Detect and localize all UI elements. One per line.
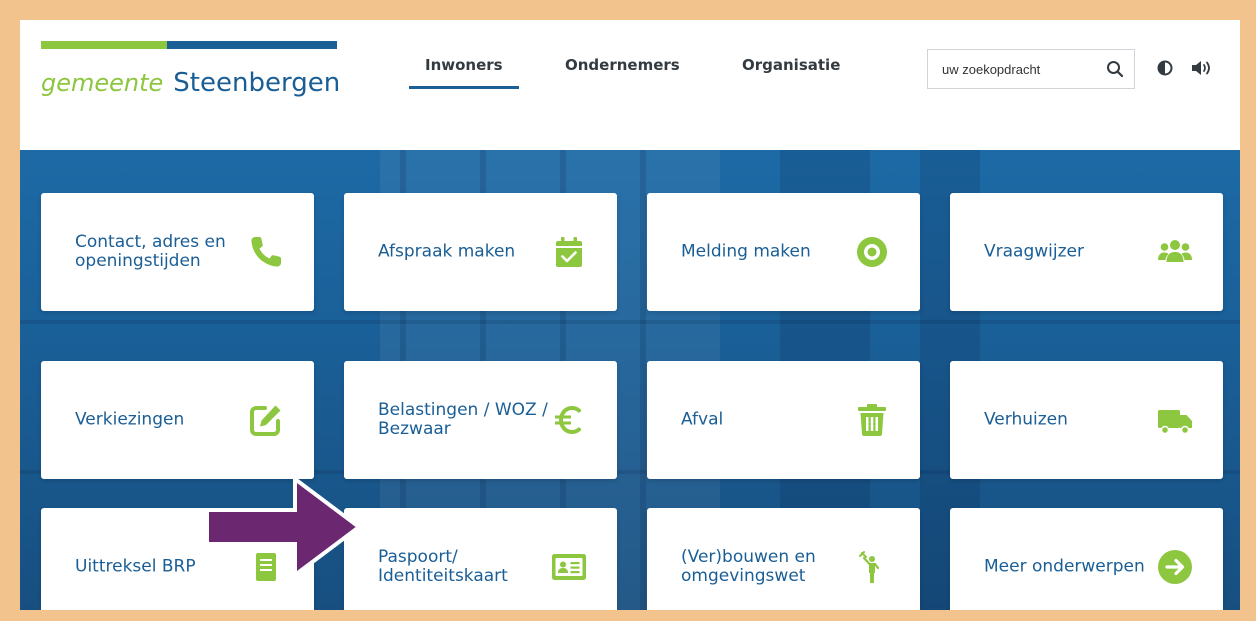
trash-icon [854, 402, 890, 438]
tile-vraagwijzer[interactable]: Vraagwijzer [950, 193, 1223, 311]
tile-melding[interactable]: Melding maken [647, 193, 920, 311]
site-header: gemeente Steenbergen Inwoners Ondernemers… [20, 20, 1240, 150]
builder-icon [854, 549, 890, 585]
logo-text-steenbergen: Steenbergen [173, 68, 341, 98]
arrow-circle-right-icon [1157, 549, 1193, 585]
id-card-icon [551, 549, 587, 585]
search-box [927, 49, 1135, 89]
logo-text-gemeente: gemeente [41, 69, 164, 97]
users-icon [1157, 234, 1193, 270]
speaker-icon[interactable] [1190, 58, 1214, 78]
nav-inwoners[interactable]: Inwoners [409, 56, 519, 89]
search-icon[interactable] [1106, 60, 1124, 78]
tile-contact[interactable]: Contact, adres en openingstijden [41, 193, 314, 311]
eye-icon [854, 234, 890, 270]
tile-verhuizen[interactable]: Verhuizen [950, 361, 1223, 479]
logo-bar-blue [167, 41, 337, 49]
euro-icon [551, 402, 587, 438]
edit-icon [248, 402, 284, 438]
hero-background: Contact, adres en openingstijden Afspraa… [20, 150, 1240, 610]
tile-label: (Ver)bouwen en omgevingswet [681, 547, 816, 586]
search-input[interactable] [928, 50, 1098, 88]
tile-meer[interactable]: Meer onderwerpen [950, 508, 1223, 610]
annotation-arrow [205, 475, 365, 580]
tile-label: Paspoort/ Identiteitskaart [378, 547, 508, 586]
tile-verkiezingen[interactable]: Verkiezingen [41, 361, 314, 479]
tile-label: Belastingen / WOZ / Bezwaar [378, 400, 548, 439]
tile-label: Afval [681, 409, 724, 430]
tile-label: Verkiezingen [75, 409, 185, 430]
background-stripe [640, 150, 646, 610]
browser-frame: gemeente Steenbergen Inwoners Ondernemers… [20, 20, 1240, 610]
tile-label: Meer onderwerpen [984, 556, 1145, 577]
tile-paspoort[interactable]: Paspoort/ Identiteitskaart [344, 508, 617, 610]
tile-afval[interactable]: Afval [647, 361, 920, 479]
tile-bouwen[interactable]: (Ver)bouwen en omgevingswet [647, 508, 920, 610]
tile-afspraak[interactable]: Afspraak maken [344, 193, 617, 311]
tile-belastingen[interactable]: Belastingen / WOZ / Bezwaar [344, 361, 617, 479]
background-stripe [20, 320, 1240, 324]
logo-bar-green [41, 41, 167, 49]
nav-organisatie[interactable]: Organisatie [742, 56, 840, 74]
calendar-check-icon [551, 234, 587, 270]
tile-label: Melding maken [681, 241, 811, 262]
tile-label: Afspraak maken [378, 241, 516, 262]
tile-label: Vraagwijzer [984, 241, 1084, 262]
tile-label: Verhuizen [984, 409, 1068, 430]
truck-icon [1157, 402, 1193, 438]
contrast-icon[interactable] [1157, 60, 1173, 76]
site-logo[interactable]: gemeente Steenbergen [41, 62, 340, 103]
tile-label: Contact, adres en openingstijden [75, 232, 226, 271]
phone-icon [248, 234, 284, 270]
nav-ondernemers[interactable]: Ondernemers [565, 56, 680, 74]
